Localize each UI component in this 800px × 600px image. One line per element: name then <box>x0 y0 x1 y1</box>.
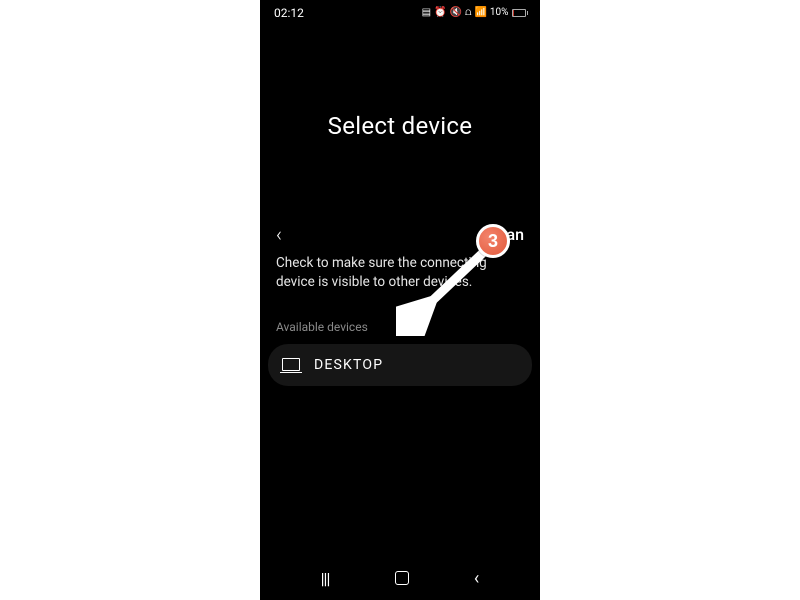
available-devices-label: Available devices <box>260 320 540 334</box>
scan-button[interactable]: Scan <box>488 225 524 244</box>
wifi-icon: ⩍ <box>465 8 472 18</box>
subheader: ‹ Scan <box>260 224 540 244</box>
back-button[interactable]: ‹ <box>276 224 282 244</box>
back-nav-button[interactable]: ‹ <box>474 568 479 589</box>
signal-icon: 📶 <box>474 8 486 18</box>
recents-button[interactable]: ||| <box>321 569 330 588</box>
phone-frame: 02:12 ▤ ⏰ 🔇 ⩍ 📶 10% Select device ‹ Scan… <box>260 0 540 600</box>
status-bar: 02:12 ▤ ⏰ 🔇 ⩍ 📶 10% <box>260 0 540 22</box>
device-name: DESKTOP <box>314 357 383 373</box>
nfc-icon: ▤ <box>422 8 431 18</box>
status-icons: ▤ ⏰ 🔇 ⩍ 📶 10% <box>422 8 528 18</box>
device-list-item[interactable]: DESKTOP <box>268 344 532 386</box>
clock: 02:12 <box>274 6 304 20</box>
battery-pct: 10% <box>490 8 509 18</box>
page-title: Select device <box>260 112 540 140</box>
home-button[interactable] <box>395 571 409 585</box>
instruction-text: Check to make sure the connecting device… <box>260 250 540 292</box>
battery-icon <box>512 9 529 17</box>
desktop-icon <box>282 358 300 371</box>
alarm-icon: ⏰ <box>434 8 446 18</box>
android-nav-bar: ||| ‹ <box>260 556 540 600</box>
mute-icon: 🔇 <box>450 8 462 18</box>
